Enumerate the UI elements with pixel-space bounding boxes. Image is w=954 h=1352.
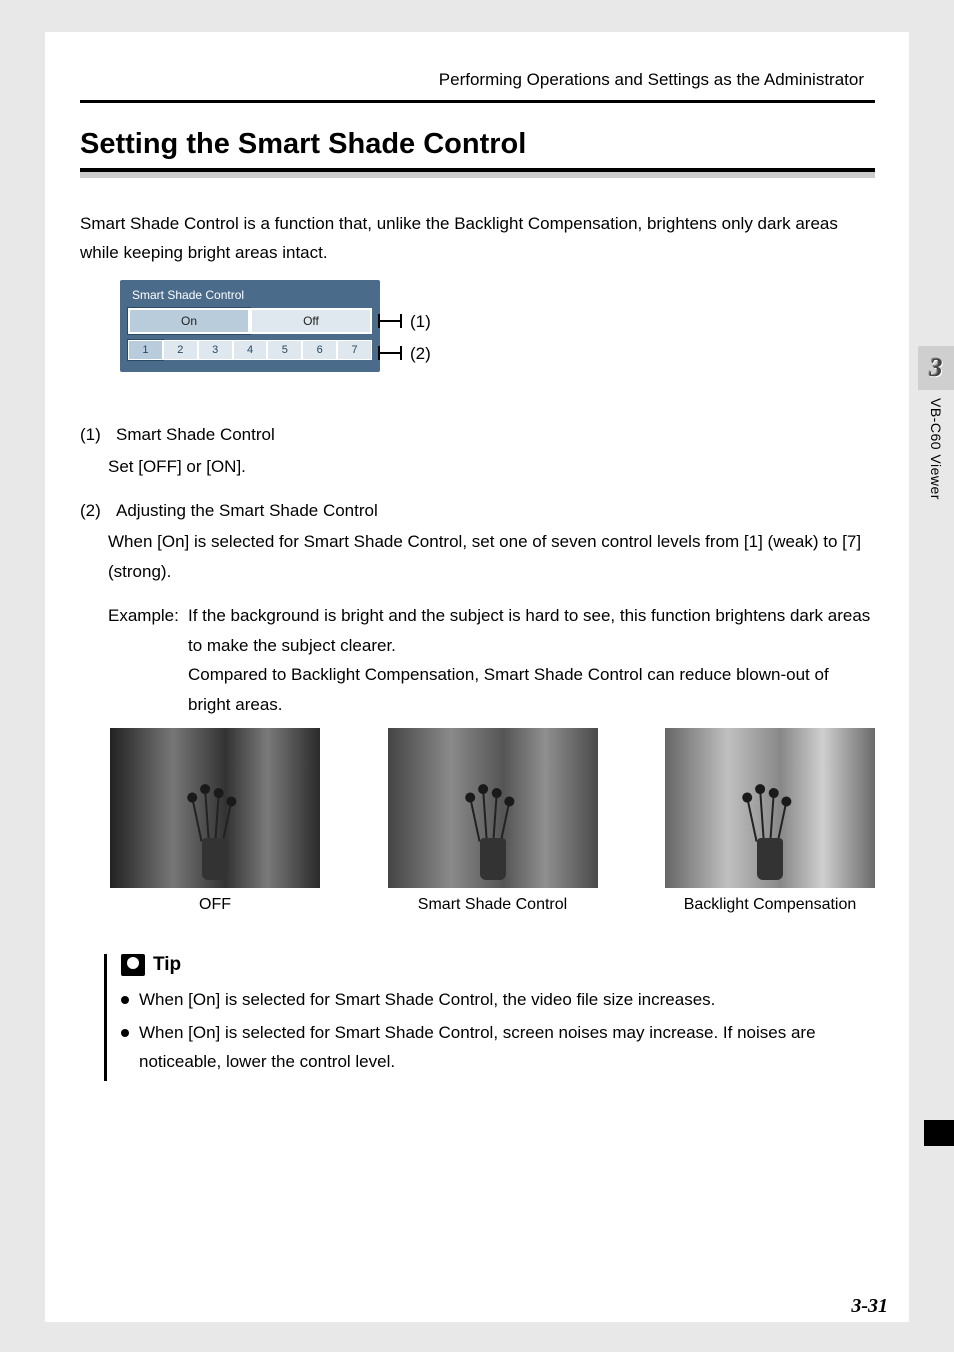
level-3-button[interactable]: 3: [198, 340, 233, 360]
level-4-button[interactable]: 4: [233, 340, 268, 360]
callout-line-1: [378, 320, 402, 322]
callout-tick: [400, 314, 402, 328]
definition-1-body: Set [OFF] or [ON].: [108, 452, 875, 482]
figure-blc-image: [665, 728, 875, 888]
title-underline: [80, 168, 875, 178]
definition-item-1: (1) Smart Shade Control Set [OFF] or [ON…: [80, 420, 875, 482]
figure-ssc: Smart Shade Control: [388, 728, 598, 914]
page-number: 3-31: [851, 1295, 888, 1318]
callout-line-2: [378, 352, 402, 354]
callout-tick: [378, 314, 380, 328]
definition-1-number: (1): [80, 420, 108, 450]
figure-row: OFF Smart Shade Control Backlight Compen…: [110, 728, 875, 914]
tip-bullet-1: When [On] is selected for Smart Shade Co…: [121, 986, 878, 1015]
tip-icon: [121, 954, 145, 976]
side-thumb-marker: [924, 1120, 954, 1146]
tip-bullet-2: When [On] is selected for Smart Shade Co…: [121, 1019, 878, 1077]
definition-item-2: (2) Adjusting the Smart Shade Control Wh…: [80, 496, 875, 720]
figure-ssc-image: [388, 728, 598, 888]
callout-tick: [400, 346, 402, 360]
page-title: Setting the Smart Shade Control: [80, 128, 526, 161]
figure-off-caption: OFF: [110, 896, 320, 914]
level-6-button[interactable]: 6: [302, 340, 337, 360]
tip-list: When [On] is selected for Smart Shade Co…: [121, 986, 878, 1077]
definition-list: (1) Smart Shade Control Set [OFF] or [ON…: [80, 420, 875, 734]
figure-blc-caption: Backlight Compensation: [665, 896, 875, 914]
level-2-button[interactable]: 2: [163, 340, 198, 360]
level-1-button[interactable]: 1: [128, 340, 163, 360]
running-header: Performing Operations and Settings as th…: [439, 70, 864, 90]
figure-ssc-caption: Smart Shade Control: [388, 896, 598, 914]
figure-blc: Backlight Compensation: [665, 728, 875, 914]
callout-tick: [378, 346, 380, 360]
panel-level-row: 1 2 3 4 5 6 7: [128, 340, 372, 360]
chapter-number: 3: [918, 346, 954, 390]
tip-box: Tip When [On] is selected for Smart Shad…: [104, 954, 878, 1081]
definition-2-heading: Adjusting the Smart Shade Control: [116, 496, 378, 526]
definition-1-heading: Smart Shade Control: [116, 420, 275, 450]
example-block: Example: If the background is bright and…: [108, 601, 875, 720]
intro-paragraph: Smart Shade Control is a function that, …: [80, 210, 875, 268]
smart-shade-panel: Smart Shade Control On Off 1 2 3 4 5 6 7: [120, 280, 380, 372]
definition-2-body: When [On] is selected for Smart Shade Co…: [108, 527, 875, 587]
panel-onoff-row: On Off: [128, 308, 372, 334]
on-button[interactable]: On: [128, 308, 250, 334]
example-text: If the background is bright and the subj…: [188, 601, 875, 720]
tip-title: Tip: [153, 954, 181, 976]
level-5-button[interactable]: 5: [267, 340, 302, 360]
definition-2-number: (2): [80, 496, 108, 526]
off-button[interactable]: Off: [250, 308, 372, 334]
figure-off: OFF: [110, 728, 320, 914]
level-7-button[interactable]: 7: [337, 340, 372, 360]
chapter-label: VB-C60 Viewer: [918, 390, 954, 508]
callout-1-label: (1): [410, 312, 431, 332]
panel-title: Smart Shade Control: [128, 286, 372, 308]
figure-off-image: [110, 728, 320, 888]
example-label: Example:: [108, 601, 188, 720]
header-rule: [80, 100, 875, 103]
callout-2-label: (2): [410, 344, 431, 364]
chapter-side-tab: 3 VB-C60 Viewer: [918, 346, 954, 508]
